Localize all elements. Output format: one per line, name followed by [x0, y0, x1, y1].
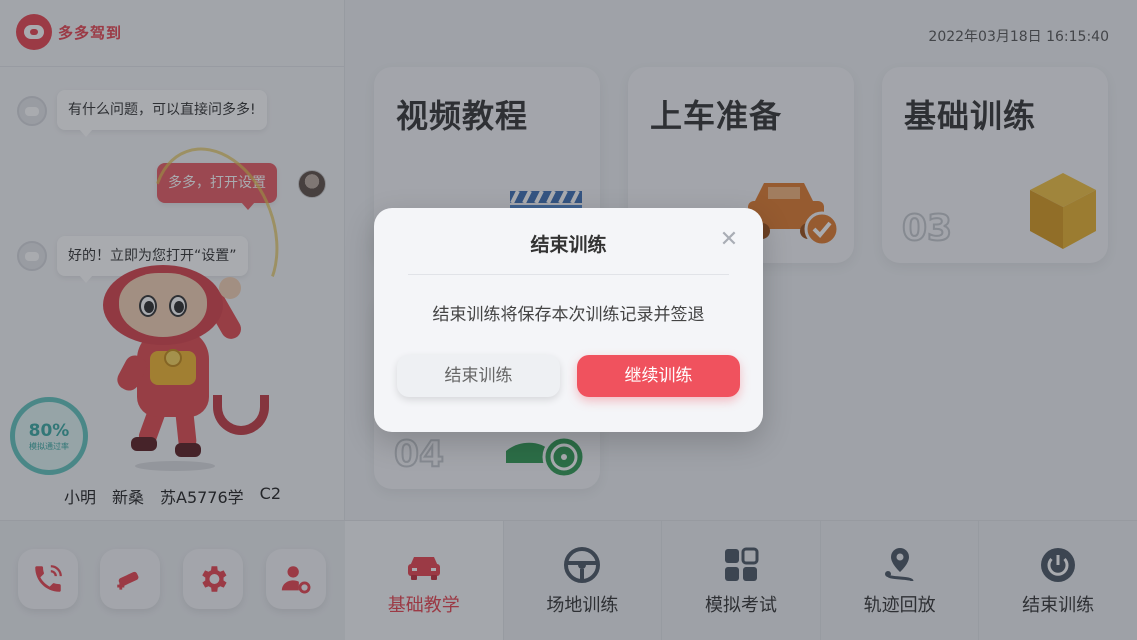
- end-training-button[interactable]: 结束训练: [397, 355, 560, 397]
- dialog-message: 结束训练将保存本次训练记录并签退: [432, 305, 705, 325]
- continue-training-button[interactable]: 继续训练: [577, 355, 740, 397]
- dialog-title: 结束训练: [530, 234, 607, 256]
- divider: [408, 274, 729, 275]
- end-training-dialog: 结束训练 ✕ 结束训练将保存本次训练记录并签退 结束训练 继续训练: [374, 208, 763, 432]
- close-icon[interactable]: ✕: [717, 228, 741, 252]
